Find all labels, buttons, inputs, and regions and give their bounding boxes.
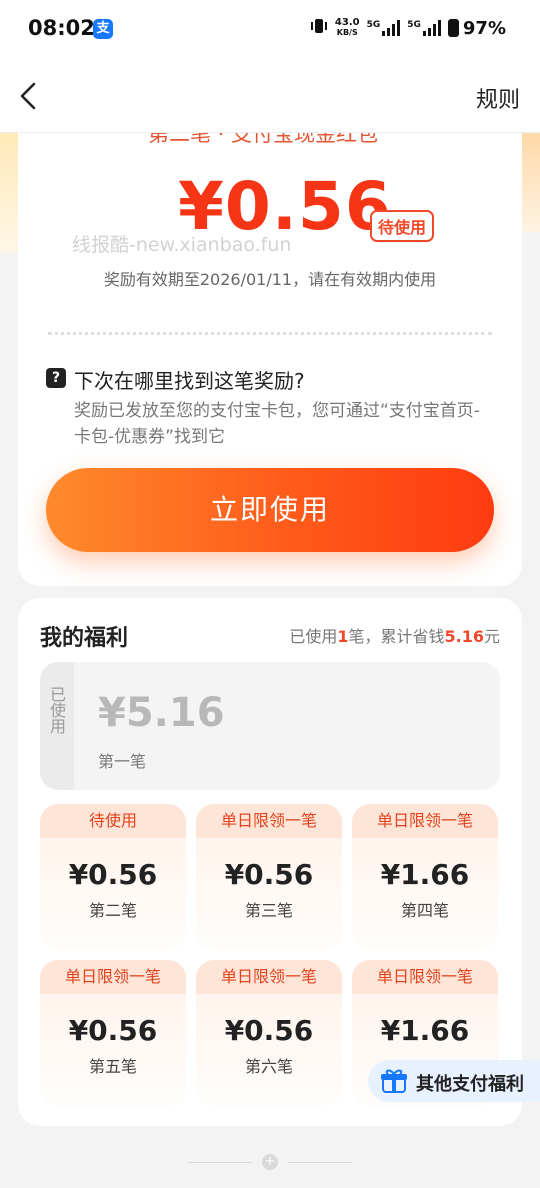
gift-icon [380, 1068, 408, 1098]
benefit-tile-3[interactable]: 单日限领一笔 ¥0.56 第三笔 [196, 804, 342, 950]
status-icons: 43.0 KB/S 5G 5G 97% [310, 17, 506, 39]
summary-prefix: 已使用 [289, 627, 338, 646]
benefits-title: 我的福利 [40, 626, 129, 651]
reward-status-badge: 待使用 [370, 210, 435, 242]
status-bar: 08:02 支 43.0 KB/S 5G 5G 97% [0, 0, 540, 60]
benefit-tile-6[interactable]: 单日限领一笔 ¥0.56 第六笔 [196, 960, 342, 1106]
nav-header: 规则 [0, 60, 540, 133]
used-count: 1 [337, 627, 349, 646]
net-speed: 43.0 KB/S [335, 18, 360, 38]
tile-status: 单日限领一笔 [352, 960, 498, 994]
tile-status: 单日限领一笔 [196, 804, 342, 838]
faq-title: 下次在哪里找到这笔奖励? [74, 369, 305, 393]
reward-validity: 奖励有效期至2026/01/11，请在有效期内使用 [103, 270, 437, 289]
used-benefit-card: 已使用 ¥5.16 第一笔 [40, 662, 500, 790]
tile-amount: ¥1.66 [380, 1014, 470, 1047]
tile-status: 单日限领一笔 [352, 804, 498, 838]
back-arrow-icon[interactable] [18, 82, 40, 110]
summary-suffix: 元 [483, 627, 500, 646]
end-divider-right [288, 1162, 352, 1163]
signal-2: 5G [407, 20, 441, 36]
used-amount: ¥5.16 [98, 690, 225, 736]
saved-amount: 5.16 [444, 627, 484, 646]
used-label: 第一笔 [98, 752, 147, 771]
signal-bars-icon [382, 20, 401, 36]
signal-bars-icon [422, 20, 441, 36]
net-speed-value: 43.0 [334, 17, 360, 28]
faq-description: 奖励已发放至您的支付宝卡包，您可通过“支付宝首页-卡包-优惠券”找到它 [74, 401, 480, 447]
tile-amount: ¥0.56 [68, 1014, 158, 1047]
end-divider-left [188, 1162, 252, 1163]
my-benefits-card: 我的福利 已使用1笔，累计省钱5.16元 已使用 ¥5.16 第一笔 待使用 ¥… [18, 598, 522, 1126]
used-tag-label: 已使用 [47, 686, 66, 734]
used-tag: 已使用 [40, 662, 74, 790]
tile-name: 第四笔 [400, 901, 449, 920]
tile-status: 单日限领一笔 [40, 960, 186, 994]
plus-icon: + [262, 1154, 278, 1170]
question-icon: ? [46, 368, 66, 388]
background-glow-right [520, 132, 540, 232]
signal-1: 5G [367, 20, 401, 36]
use-now-button[interactable]: 立即使用 [46, 468, 494, 552]
reward-card: 第二笔 · 支付宝现金红包 ¥0.56 待使用 线报酷-new.xianbao.… [18, 100, 522, 586]
battery-icon [447, 19, 459, 37]
network-type-1: 5G [366, 20, 381, 30]
battery-percent: 97% [462, 17, 506, 39]
battery-indicator: 97% [447, 17, 506, 39]
tile-name: 第三笔 [244, 901, 293, 920]
tile-amount: ¥0.56 [224, 1014, 314, 1047]
net-speed-unit: KB/S [336, 28, 358, 37]
tile-name: 第二笔 [88, 901, 137, 920]
summary-mid: 笔，累计省钱 [348, 627, 445, 646]
tile-status: 单日限领一笔 [196, 960, 342, 994]
watermark-text: 线报酷-new.xianbao.fun [72, 234, 292, 256]
tile-amount: ¥0.56 [224, 858, 314, 891]
tile-name: 第六笔 [244, 1057, 293, 1076]
tile-amount: ¥0.56 [68, 858, 158, 891]
tile-name: 第五笔 [88, 1057, 137, 1076]
tile-amount: ¥1.66 [380, 858, 470, 891]
other-payment-benefits-button[interactable]: 其他支付福利 [368, 1060, 540, 1102]
benefit-tile-2[interactable]: 待使用 ¥0.56 第二笔 [40, 804, 186, 950]
status-time: 08:02 [28, 16, 95, 40]
alipay-notification-icon: 支 [93, 19, 113, 39]
benefit-tile-5[interactable]: 单日限领一笔 ¥0.56 第五笔 [40, 960, 186, 1106]
other-benefits-label: 其他支付福利 [416, 1074, 524, 1095]
rules-link[interactable]: 规则 [476, 82, 520, 114]
network-type-2: 5G [407, 20, 421, 30]
vibrate-icon [310, 17, 328, 39]
dotted-divider [48, 332, 492, 335]
benefits-summary: 已使用1笔，累计省钱5.16元 [289, 623, 500, 647]
tile-status: 待使用 [40, 804, 186, 838]
benefit-tile-4[interactable]: 单日限领一笔 ¥1.66 第四笔 [352, 804, 498, 950]
